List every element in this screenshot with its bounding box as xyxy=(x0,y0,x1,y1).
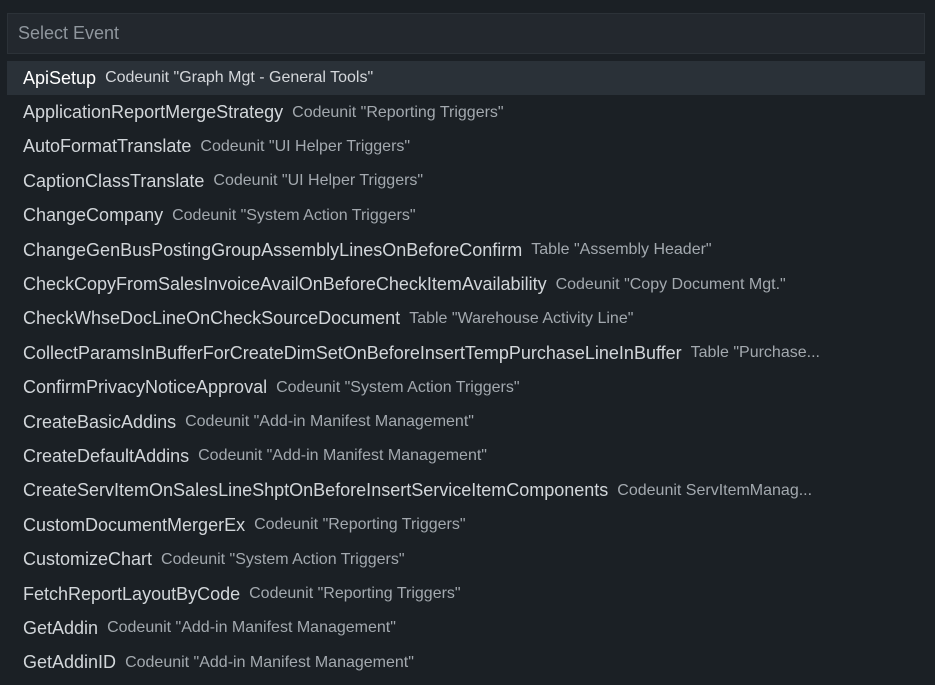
event-list-item[interactable]: FetchReportLayoutByCode Codeunit "Reporti… xyxy=(7,577,925,611)
event-source: Codeunit "System Action Triggers" xyxy=(161,550,405,568)
event-list-item[interactable]: CustomizeChart Codeunit "System Action Tr… xyxy=(7,542,925,576)
event-name: CustomDocumentMergerEx xyxy=(23,514,246,535)
event-source: Codeunit "Add-in Manifest Management" xyxy=(185,413,474,431)
event-source: Table "Purchase... xyxy=(690,344,820,362)
event-source: Codeunit "Reporting Triggers" xyxy=(254,516,466,534)
event-name: CheckWhseDocLineOnCheckSourceDocument xyxy=(23,308,401,329)
select-event-picker: ApiSetup Codeunit "Graph Mgt - General To… xyxy=(0,0,935,685)
event-name: ApiSetup xyxy=(23,67,97,88)
event-source: Codeunit "Reporting Triggers" xyxy=(292,103,504,121)
event-list-item[interactable]: AutoFormatTranslate Codeunit "UI Helper T… xyxy=(7,130,925,164)
event-list-item[interactable]: ApiSetup Codeunit "Graph Mgt - General To… xyxy=(7,61,925,96)
event-source: Codeunit "UI Helper Triggers" xyxy=(213,172,424,190)
event-list-item[interactable]: CheckCopyFromSalesInvoiceAvailOnBeforeCh… xyxy=(7,267,925,301)
event-list-item[interactable]: ApplicationReportMergeStrategy Codeunit "… xyxy=(7,95,925,129)
event-source: Codeunit ServItemManag... xyxy=(617,481,813,499)
event-list-item[interactable]: ConfirmPrivacyNoticeApproval Codeunit "Sy… xyxy=(7,371,925,405)
event-source: Codeunit "Reporting Triggers" xyxy=(249,585,461,603)
event-source: Codeunit "System Action Triggers" xyxy=(172,206,416,224)
event-name: FetchReportLayoutByCode xyxy=(23,583,241,604)
search-box xyxy=(7,13,925,54)
event-name: AutoFormatTranslate xyxy=(23,136,192,157)
event-source: Codeunit "Add-in Manifest Management" xyxy=(107,619,396,637)
event-source: Codeunit "Add-in Manifest Management" xyxy=(125,653,414,671)
event-name: CreateBasicAddins xyxy=(23,411,177,432)
event-name: CheckCopyFromSalesInvoiceAvailOnBeforeCh… xyxy=(23,274,547,295)
event-source: Table "Assembly Header" xyxy=(531,241,712,259)
event-list-item[interactable]: CaptionClassTranslate Codeunit "UI Helper… xyxy=(7,164,925,198)
event-list-item[interactable]: CreateDefaultAddins Codeunit "Add-in Mani… xyxy=(7,439,925,473)
event-list-item[interactable]: CollectParamsInBufferForCreateDimSetOnBe… xyxy=(7,336,925,370)
event-name: ApplicationReportMergeStrategy xyxy=(23,102,284,123)
event-name: ConfirmPrivacyNoticeApproval xyxy=(23,377,268,398)
select-event-input[interactable] xyxy=(8,14,924,53)
event-name: ChangeGenBusPostingGroupAssemblyLinesOnB… xyxy=(23,239,523,260)
event-list-item[interactable]: GetAddin Codeunit "Add-in Manifest Manage… xyxy=(7,611,925,645)
event-source: Table "Warehouse Activity Line" xyxy=(409,309,634,327)
event-list-item[interactable]: ChangeGenBusPostingGroupAssemblyLinesOnB… xyxy=(7,233,925,267)
event-name: GetAddin xyxy=(23,617,99,638)
event-list-item[interactable]: CreateServItemOnSalesLineShptOnBeforeIns… xyxy=(7,474,925,508)
event-list-item[interactable]: CreateBasicAddins Codeunit "Add-in Manife… xyxy=(7,405,925,439)
event-list-item[interactable]: CheckWhseDocLineOnCheckSourceDocument Tab… xyxy=(7,302,925,336)
event-name: CaptionClassTranslate xyxy=(23,170,205,191)
event-source: Codeunit "Copy Document Mgt." xyxy=(555,275,786,293)
event-source: Codeunit "UI Helper Triggers" xyxy=(200,137,411,155)
event-list-item[interactable]: GetAddinID Codeunit "Add-in Manifest Mana… xyxy=(7,646,925,680)
event-name: GetAddinID xyxy=(23,652,117,673)
event-source: Codeunit "Add-in Manifest Management" xyxy=(198,447,487,465)
event-list: ApiSetup Codeunit "Graph Mgt - General To… xyxy=(7,61,925,685)
event-name: ChangeCompany xyxy=(23,205,164,226)
event-name: CreateServItemOnSalesLineShptOnBeforeIns… xyxy=(23,480,609,501)
event-name: CollectParamsInBufferForCreateDimSetOnBe… xyxy=(23,342,682,363)
event-source: Codeunit "System Action Triggers" xyxy=(276,378,520,396)
event-list-item[interactable]: ChangeCompany Codeunit "System Action Tri… xyxy=(7,199,925,233)
event-name: CreateDefaultAddins xyxy=(23,445,190,466)
event-source: Codeunit "Graph Mgt - General Tools" xyxy=(105,69,374,87)
event-list-item[interactable]: CustomDocumentMergerEx Codeunit "Reportin… xyxy=(7,508,925,542)
event-name: CustomizeChart xyxy=(23,549,153,570)
